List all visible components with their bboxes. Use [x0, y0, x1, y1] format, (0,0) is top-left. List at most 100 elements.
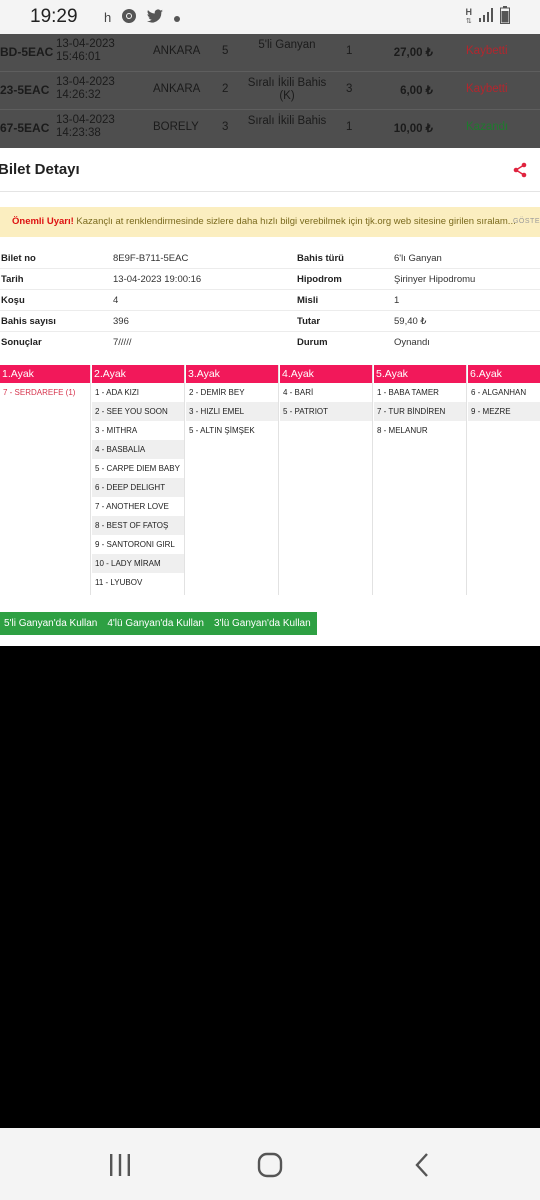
leg-header: 6.Ayak [468, 365, 540, 383]
info-label: Bahis sayısı [1, 316, 56, 327]
info-label: Koşu [1, 295, 25, 306]
chrome-icon [121, 8, 137, 27]
coupon-race: 5 [222, 45, 229, 57]
horse-item: 8 - BEST OF FATOŞ [92, 516, 184, 535]
show-more-link[interactable]: GÖSTE [513, 207, 540, 237]
home-icon[interactable] [255, 1150, 285, 1180]
coupon-time: 15:46:01 [56, 51, 101, 63]
leg-column: 6.Ayak 6 - ALGANHAN 9 - MEZRE [468, 365, 540, 595]
coupon-count: 1 [346, 121, 353, 133]
horse-item: 1 - ADA KIZI [95, 388, 140, 397]
horse-item: 5 - ALTIN ŞİMŞEK [189, 426, 255, 435]
leg-column: 2.Ayak 1 - ADA KIZI 2 - SEE YOU SOON 3 -… [92, 365, 185, 595]
share-icon[interactable] [512, 162, 528, 178]
info-label: Misli [297, 295, 319, 306]
info-value: 4 [113, 295, 119, 306]
horse-item: 7 - ANOTHER LOVE [95, 502, 169, 511]
recent-apps-icon[interactable] [105, 1150, 135, 1180]
info-label: Hipodrom [297, 274, 342, 285]
horse-item: 4 - BARİ [283, 388, 314, 397]
android-nav-bar [0, 1128, 540, 1200]
warning-text: Kazançlı at renklendirmesinde sizlere da… [73, 216, 516, 227]
coupon-bet-type: Sıralı İkili Bahis (K) [247, 77, 327, 102]
info-label: Sonuçlar [1, 337, 42, 348]
horse-item: 5 - CARPE DIEM BABY [95, 464, 180, 473]
data-label: H [465, 7, 473, 17]
info-label: Tarih [1, 274, 24, 285]
horse-item: 9 - MEZRE [468, 402, 540, 421]
modal-title: Bilet Detayı [0, 161, 80, 178]
status-time: 19:29 [30, 6, 78, 27]
leg-column: 3.Ayak 2 - DEMİR BEY 3 - HIZLI EMEL 5 - … [186, 365, 279, 595]
warning-title: Önemli Uyarı! [12, 216, 74, 227]
use-in-3lu-ganyan-button[interactable]: 3'lü Ganyan'da Kullan [210, 612, 317, 635]
use-in-4lu-ganyan-button[interactable]: 4'lü Ganyan'da Kullan [103, 612, 210, 635]
coupon-result: Kaybetti [466, 45, 508, 57]
leg-header: 5.Ayak [374, 365, 466, 383]
coupon-amount: 27,00 ₺ [393, 47, 433, 59]
horse-item: 3 - HIZLI EMEL [186, 402, 278, 421]
coupon-amount: 6,00 ₺ [400, 85, 433, 97]
info-row: Koşu 4 Misli 1 [0, 290, 540, 311]
table-row[interactable]: BD-5EAC 13-04-2023 15:46:01 ANKARA 5 5'li… [0, 34, 540, 72]
coupon-hippodrome: ANKARA [153, 45, 201, 57]
coupon-bet-type: Sıralı İkili Bahis [247, 115, 327, 127]
h-notification-icon: h [104, 9, 112, 25]
legs-grid: 1.Ayak 7 - SERDAREFE (1) 2.Ayak 1 - ADA … [0, 365, 540, 595]
table-row[interactable]: 67-5EAC 13-04-2023 14:23:38 BORELY 3 Sıra… [0, 110, 540, 148]
horse-item: 11 - LYUBOV [95, 578, 143, 587]
coupon-date: 13-04-2023 [56, 114, 115, 126]
leg-column: 5.Ayak 1 - BABA TAMER 7 - TUR BİNDİREN 8… [374, 365, 467, 595]
coupon-time: 14:26:32 [56, 89, 101, 101]
notification-icons: h [104, 8, 181, 27]
leg-column: 4.Ayak 4 - BARİ 5 - PATRIOT [280, 365, 373, 595]
info-value: 13-04-2023 19:00:16 [113, 274, 202, 285]
coupon-hippodrome: BORELY [153, 121, 199, 133]
coupon-datetime: 13-04-2023 14:26:32 [56, 76, 126, 102]
info-value: 396 [113, 316, 129, 327]
info-label: Bilet no [1, 253, 36, 264]
info-value: 7///// [113, 337, 132, 348]
info-row: Bilet no 8E9F-B711-5EAC Bahis türü 6'lı … [0, 248, 540, 269]
ganyan-buttons: 5'li Ganyan'da Kullan 4'lü Ganyan'da Kul… [0, 612, 317, 635]
ticket-info-table: Bilet no 8E9F-B711-5EAC Bahis türü 6'lı … [0, 248, 540, 353]
coupon-bet-type: 5'li Ganyan [258, 39, 316, 51]
horse-item: 7 - SERDAREFE (1) [3, 388, 76, 397]
horse-item: 2 - SEE YOU SOON [92, 402, 184, 421]
back-icon[interactable] [408, 1150, 438, 1180]
coupon-hippodrome: ANKARA [153, 83, 201, 95]
table-row[interactable]: 23-5EAC 13-04-2023 14:26:32 ANKARA 2 Sıra… [0, 72, 540, 110]
horse-item: 4 - BASBALİA [92, 440, 184, 459]
horse-item: 6 - DEEP DELIGHT [92, 478, 184, 497]
leg-header: 2.Ayak [92, 365, 184, 383]
info-label: Bahis türü [297, 253, 344, 264]
info-value: Oynandı [394, 337, 430, 348]
horse-item: 3 - MITHRA [95, 426, 138, 435]
info-value: 8E9F-B711-5EAC [113, 253, 189, 264]
system-icons: H ⇅ [465, 5, 510, 29]
coupon-result: Kazandı [466, 121, 509, 133]
horse-item: 7 - TUR BİNDİREN [374, 402, 466, 421]
data-arrows-icon: H ⇅ [465, 7, 473, 26]
coupon-count: 1 [346, 45, 353, 57]
use-in-5li-ganyan-button[interactable]: 5'li Ganyan'da Kullan [0, 612, 104, 635]
horse-item: 5 - PATRIOT [280, 402, 372, 421]
horse-item: 10 - LADY MİRAM [92, 554, 184, 573]
battery-icon [500, 5, 510, 29]
coupon-datetime: 13-04-2023 14:23:38 [56, 114, 126, 140]
coupon-race: 3 [222, 121, 229, 133]
coupon-id: 67-5EAC [0, 121, 50, 135]
leg-column: 1.Ayak 7 - SERDAREFE (1) [0, 365, 91, 595]
modal-header: Bilet Detayı [0, 148, 540, 192]
dot-icon [174, 10, 181, 25]
twitter-icon [147, 8, 164, 26]
info-row: Sonuçlar 7///// Durum Oynandı [0, 332, 540, 353]
coupon-time: 14:23:38 [56, 127, 101, 139]
info-row: Tarih 13-04-2023 19:00:16 Hipodrom Şirin… [0, 269, 540, 290]
coupon-race: 2 [222, 83, 229, 95]
coupon-count: 3 [346, 83, 353, 95]
coupon-datetime: 13-04-2023 15:46:01 [56, 38, 126, 64]
ticket-detail-modal: Bilet Detayı Önemli Uyarı! Kazançlı at r… [0, 148, 540, 646]
horse-item: 2 - DEMİR BEY [189, 388, 245, 397]
status-bar: 19:29 h H ⇅ [0, 0, 540, 34]
